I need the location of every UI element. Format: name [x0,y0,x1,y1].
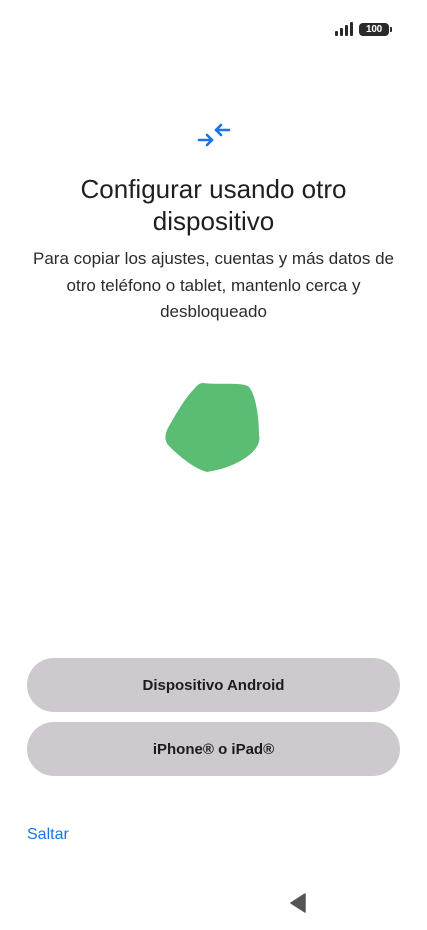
page-subtitle: Para copiar los ajustes, cuentas y más d… [33,249,394,321]
connecting-animation-shape [165,383,260,472]
skip-link[interactable]: Saltar [27,826,69,844]
back-triangle-icon[interactable] [288,892,308,914]
signal-strength-icon [335,22,353,36]
page-title: Configurar usando otro dispositivo [80,174,347,236]
battery-icon: 100 [359,22,392,36]
transfer-arrows-icon [197,123,231,147]
android-device-button[interactable]: Dispositivo Android [27,658,400,712]
status-bar: 100 [335,18,392,40]
battery-level-text: 100 [365,23,383,35]
iphone-ipad-button[interactable]: iPhone® o iPad® [27,722,400,776]
